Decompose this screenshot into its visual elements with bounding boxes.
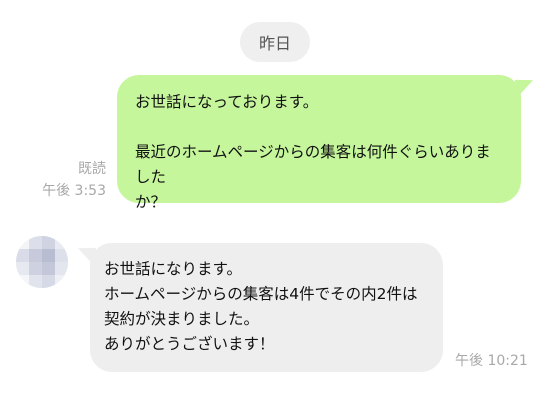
outgoing-timestamp: 午後 3:53 <box>42 183 106 199</box>
outgoing-message-bubble[interactable]: お世話になっております。 最近のホームページからの集客は何件ぐらいありました か… <box>117 74 533 211</box>
avatar[interactable] <box>16 236 68 288</box>
incoming-bubble-tail <box>78 242 96 268</box>
incoming-message-bubble[interactable]: お世話になります。 ホームページからの集客は4件でその内2件は 契約が決まりまし… <box>78 242 443 372</box>
date-separator: 昨日 <box>240 22 310 62</box>
outgoing-bubble-tail <box>515 74 533 100</box>
incoming-timestamp: 午後 10:21 <box>455 353 528 369</box>
date-separator-label: 昨日 <box>258 34 291 53</box>
outgoing-message-meta: 既読 午後 3:53 <box>42 158 106 202</box>
incoming-message-meta: 午後 10:21 <box>455 350 528 372</box>
read-receipt: 既読 <box>78 161 106 177</box>
chat-area: 昨日 お世話になっております。 最近のホームページからの集客は何件ぐらいありまし… <box>0 0 554 401</box>
outgoing-message-text: お世話になっております。 最近のホームページからの集客は何件ぐらいありました か… <box>135 93 491 211</box>
incoming-message-text: お世話になります。 ホームページからの集客は4件でその内2件は 契約が決まりまし… <box>104 260 418 353</box>
